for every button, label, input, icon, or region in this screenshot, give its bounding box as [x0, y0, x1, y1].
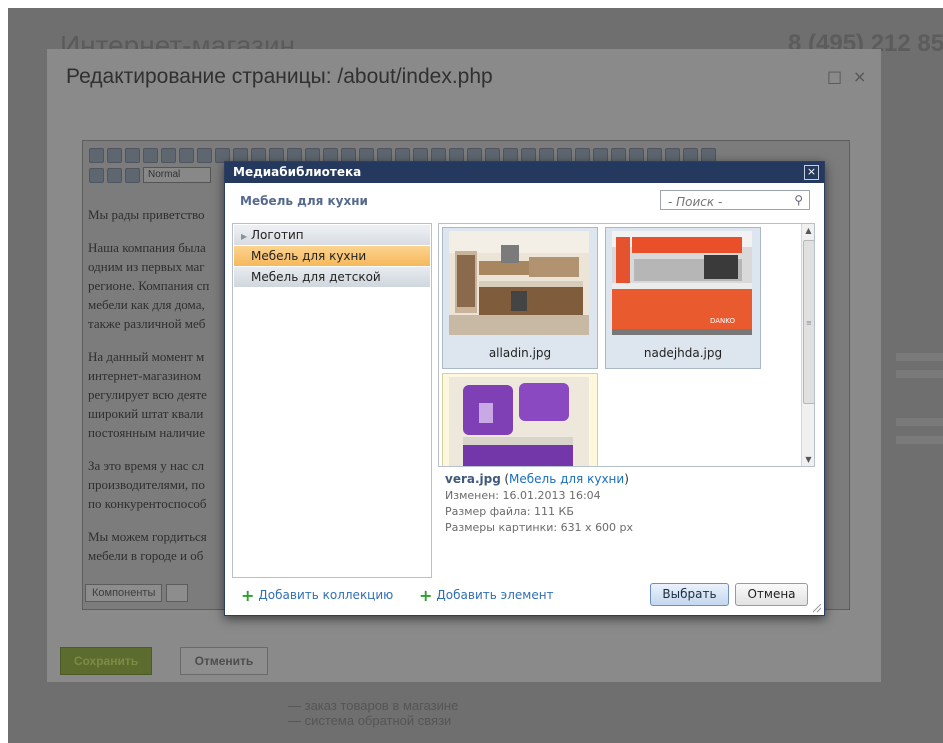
close-icon[interactable]: × — [804, 165, 819, 180]
style-select[interactable]: Normal — [143, 167, 212, 183]
editor-paragraph: Мы можем гордиться мебели в городе и об — [88, 527, 238, 565]
search-icon[interactable]: ⚲ — [794, 193, 803, 207]
close-icon[interactable]: × — [853, 67, 866, 86]
current-collection-title: Мебель для кухни — [240, 194, 368, 208]
media-item[interactable]: alladin.jpg — [442, 227, 598, 369]
add-collection-link[interactable]: + Добавить коллекцию — [241, 586, 393, 605]
collection-label: Мебель для кухни — [251, 249, 367, 263]
collection-item-kids[interactable]: Мебель для детской — [234, 267, 430, 287]
editor-line: регулирует всю деяте — [88, 387, 207, 402]
toolbar-button[interactable] — [107, 147, 122, 163]
media-item-name: alladin.jpg — [488, 346, 552, 360]
plus-icon: + — [419, 586, 433, 605]
maximize-icon[interactable]: □ — [827, 67, 842, 86]
editor-line: производителями, по — [88, 477, 205, 492]
plus-icon: + — [241, 586, 255, 605]
info-dimensions: Размеры картинки: 631 x 600 px — [445, 521, 634, 534]
bg-sidebar-line — [896, 436, 943, 444]
editor-paragraph: Мы рады приветство — [88, 205, 238, 224]
toolbar-button[interactable] — [89, 147, 104, 163]
editor-line: также различной меб — [88, 316, 206, 331]
collection-label: Логотип — [251, 228, 304, 242]
media-item-selected[interactable] — [442, 373, 598, 466]
media-library-dialog: Медиабиблиотека × Мебель для кухни ⚲ ▶Ло… — [224, 161, 825, 616]
toolbar-button[interactable] — [197, 147, 212, 163]
editor-line: интернет-магазином — [88, 368, 202, 383]
bg-sidebar-line — [896, 353, 943, 361]
media-library-header: Медиабиблиотека × — [225, 162, 824, 183]
editor-paragraph: Наша компания была одним из первых маг рег… — [88, 238, 238, 333]
toolbar-button[interactable] — [143, 147, 158, 163]
editor-dialog-title: Редактирование страницы: /about/index.ph… — [66, 65, 493, 88]
resize-handle-icon[interactable] — [812, 603, 822, 613]
cancel-button[interactable]: Отменить — [180, 647, 268, 675]
info-modified: Изменен: 16.01.2013 16:04 — [445, 489, 601, 502]
media-item-name: nadejhda.jpg — [643, 346, 723, 360]
editor-line: по конкурентоспособ — [88, 496, 207, 511]
info-filesize: Размер файла: 111 КБ — [445, 505, 574, 518]
search-box: ⚲ — [660, 190, 810, 210]
item-info-panel: vera.jpg (Мебель для кухни) Изменен: 16.… — [445, 472, 634, 534]
collection-item-logo[interactable]: ▶ Логотип — [234, 225, 430, 245]
scroll-down-icon[interactable]: ▼ — [802, 455, 814, 464]
snippets-tab[interactable] — [166, 584, 189, 602]
image-thumbnail: DANKO — [612, 231, 752, 335]
media-library-footer: + Добавить коллекцию + Добавить элемент Вы… — [225, 580, 824, 615]
expand-arrow-icon[interactable]: ▶ — [241, 227, 251, 247]
items-grid: alladin.jpg DANKO nadejhda.jpg ▲ ≡ ▼ — [438, 223, 815, 467]
editor-line: постоянным наличие — [88, 425, 205, 440]
scroll-up-icon[interactable]: ▲ — [802, 226, 814, 235]
toolbar-button[interactable] — [89, 167, 104, 183]
toolbar-button[interactable] — [161, 147, 176, 163]
editor-content[interactable]: Мы рады приветство Наша компания была одни… — [88, 205, 238, 579]
search-input[interactable] — [668, 194, 788, 210]
collection-item-kitchen[interactable]: Мебель для кухни — [234, 246, 430, 266]
editor-line: широкий штат квали — [88, 406, 204, 421]
bg-bullet-list: — заказ товаров в магазине — система обр… — [288, 698, 458, 728]
collection-label: Мебель для детской — [251, 270, 381, 284]
bg-sidebar-line — [896, 370, 943, 378]
media-library-title: Медиабиблиотека — [233, 165, 362, 179]
editor-paragraph: За это время у нас сл производителями, по… — [88, 456, 238, 513]
toolbar-button[interactable] — [125, 147, 140, 163]
bg-bullet: — система обратной связи — [288, 713, 452, 728]
bg-sidebar-line — [896, 418, 943, 426]
toolbar-button[interactable] — [107, 167, 122, 183]
image-thumbnail — [449, 231, 589, 335]
editor-line: За это время у нас сл — [88, 458, 204, 473]
editor-toolbar-row: Normal — [89, 167, 212, 183]
items-scrollbar[interactable]: ▲ ≡ ▼ — [801, 224, 814, 466]
choose-button[interactable]: Выбрать — [650, 583, 729, 606]
editor-bottom-tabs: Компоненты — [85, 584, 189, 602]
svg-text:DANKO: DANKO — [710, 317, 735, 325]
editor-line: Мы можем гордиться — [88, 529, 207, 544]
editor-line: мебели в городе и об — [88, 548, 204, 563]
add-item-link[interactable]: + Добавить элемент — [419, 586, 554, 605]
image-thumbnail — [449, 377, 589, 466]
grip-icon: ≡ — [806, 319, 812, 327]
editor-line: мебели как для дома, — [88, 297, 205, 312]
toolbar-button[interactable] — [125, 167, 140, 183]
save-button[interactable]: Сохранить — [60, 647, 152, 675]
editor-line: регионе. Компания сп — [88, 278, 210, 293]
editor-line: одним из первых маг — [88, 259, 205, 274]
components-tab[interactable]: Компоненты — [85, 584, 163, 602]
info-item-name: vera.jpg — [445, 472, 501, 486]
editor-line: Мы рады приветство — [88, 207, 205, 222]
cancel-button[interactable]: Отмена — [735, 583, 808, 606]
scroll-thumb[interactable]: ≡ — [803, 240, 814, 404]
editor-line: Наша компания была — [88, 240, 206, 255]
editor-paragraph: На данный момент м интернет-магазином регу… — [88, 347, 238, 442]
bg-bullet: — заказ товаров в магазине — [288, 698, 459, 713]
toolbar-button[interactable] — [179, 147, 194, 163]
collections-tree: ▶ Логотип Мебель для кухни Мебель для дет… — [232, 223, 432, 578]
media-item[interactable]: DANKO nadejhda.jpg — [605, 227, 761, 369]
info-collection-link[interactable]: Мебель для кухни — [509, 472, 624, 486]
editor-line: На данный момент м — [88, 349, 205, 364]
